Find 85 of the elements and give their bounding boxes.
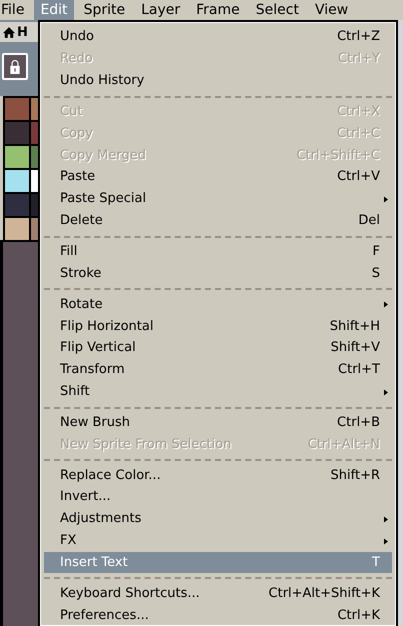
- home-icon: [3, 26, 15, 38]
- palette-swatch[interactable]: [3, 98, 29, 120]
- menu-item[interactable]: Shift: [44, 380, 392, 402]
- menu-bar-item[interactable]: Select: [250, 0, 305, 20]
- shortcut-text: Shift+H: [330, 318, 380, 334]
- palette-swatch[interactable]: [29, 122, 38, 144]
- shortcut-text: Ctrl+Z: [337, 29, 380, 44]
- menu-bar-item[interactable]: File: [0, 0, 30, 20]
- menu-item[interactable]: Preferences... Ctrl+K: [44, 604, 392, 626]
- palette-swatch[interactable]: [3, 122, 29, 144]
- shortcut-text: Ctrl+Shift+C: [296, 148, 380, 163]
- shortcut-text: S: [372, 266, 380, 281]
- menu-item-label: Copy: [60, 126, 93, 141]
- menu-item[interactable]: Delete Del: [44, 210, 392, 232]
- menu-item[interactable]: Flip Horizontal Shift+H: [44, 315, 392, 337]
- shortcut-text: Ctrl+C: [336, 126, 380, 141]
- menu-bar-item[interactable]: Layer: [135, 0, 186, 20]
- shortcut-text: Ctrl+X: [337, 104, 380, 119]
- shortcut-text: Del: [358, 213, 380, 228]
- menu-item[interactable]: Paste Special: [44, 188, 392, 210]
- palette-swatch[interactable]: [3, 194, 29, 216]
- menu-item-label: Invert...: [60, 489, 111, 504]
- menu-item[interactable]: Transform Ctrl+T: [44, 358, 392, 381]
- menu-item-label: Stroke: [60, 266, 102, 281]
- menu-item-label: Rotate: [60, 296, 103, 312]
- menu-item-label: Paste Special: [60, 191, 146, 206]
- menu-item-label: Cut: [60, 104, 82, 119]
- palette-swatch[interactable]: [3, 170, 29, 192]
- shortcut-text: Shift+R: [330, 468, 380, 483]
- menu-item[interactable]: Undo History: [44, 70, 392, 92]
- menu-item[interactable]: Fill F: [44, 240, 392, 262]
- menu-item-label: Copy Merged: [60, 148, 146, 163]
- lock-button[interactable]: [2, 53, 28, 80]
- menu-item-label: Undo History: [60, 73, 144, 88]
- menu-item[interactable]: Flip Vertical Shift+V: [44, 336, 392, 359]
- menu-item-label: Fill: [60, 244, 78, 260]
- shortcut-text: Ctrl+B: [337, 414, 380, 430]
- menu-bar-item[interactable]: Frame: [190, 0, 246, 20]
- tab[interactable]: H: [0, 22, 38, 42]
- shortcut-text: Ctrl+V: [337, 169, 380, 184]
- menu-bar-item[interactable]: View: [308, 0, 354, 20]
- shortcut-text: Shift+V: [330, 340, 380, 356]
- shortcut-text: T: [372, 554, 380, 570]
- palette-swatch[interactable]: [29, 146, 38, 168]
- menu-item[interactable]: FX: [44, 530, 392, 552]
- menu-item[interactable]: Replace Color... Shift+R: [44, 464, 392, 486]
- palette-swatch[interactable]: [3, 146, 29, 168]
- shortcut-text: Ctrl+Alt+Shift+K: [268, 586, 380, 601]
- palette-swatch[interactable]: [29, 218, 38, 240]
- menu-item-label: Insert Text: [60, 554, 128, 570]
- menu-item-label: Transform: [60, 362, 125, 378]
- palette-swatch[interactable]: [3, 218, 29, 240]
- menu-item-label: Shift: [60, 384, 90, 400]
- palette-swatch[interactable]: [29, 98, 38, 120]
- lock-icon: [9, 60, 21, 74]
- menu-item[interactable]: Stroke S: [44, 262, 392, 284]
- menu-item-label: Adjustments: [60, 511, 142, 526]
- shortcut-text: Ctrl+Alt+N: [308, 436, 380, 452]
- menu-item-label: Redo: [60, 51, 93, 66]
- menu-item[interactable]: Invert...: [44, 486, 392, 508]
- menu-item[interactable]: Undo Ctrl+Z: [44, 26, 392, 48]
- shortcut-text: Ctrl+K: [337, 608, 380, 623]
- menu-item-label: FX: [60, 533, 76, 548]
- palette-swatch[interactable]: [29, 194, 38, 216]
- menu-item-label: Delete: [60, 213, 103, 228]
- menu-item[interactable]: New Brush Ctrl+B: [44, 412, 392, 434]
- menu-item-label: Preferences...: [60, 608, 149, 623]
- menu-item-label: New Brush: [60, 414, 130, 430]
- tab-label: H: [17, 24, 28, 40]
- menu-item[interactable]: Paste Ctrl+V: [44, 166, 392, 188]
- shortcut-text: Ctrl+T: [338, 362, 380, 378]
- shortcut-text: Ctrl+Y: [338, 51, 380, 66]
- menu-item[interactable]: Adjustments: [44, 508, 392, 530]
- shortcut-text: F: [372, 244, 380, 260]
- menu-item-label: New Sprite From Selection: [60, 436, 232, 452]
- menu-item-label: Undo: [60, 29, 94, 44]
- menu-item[interactable]: Rotate: [44, 293, 392, 316]
- palette-swatch[interactable]: [29, 170, 38, 192]
- menu-item-label: Flip Horizontal: [60, 318, 154, 334]
- menu-item-label: Paste: [60, 169, 96, 184]
- menu-item[interactable]: Keyboard Shortcuts... Ctrl+Alt+Shift+K: [44, 582, 392, 604]
- menu-item-label: Flip Vertical: [60, 340, 136, 356]
- menu-bar-item[interactable]: Sprite: [78, 0, 132, 20]
- menu-item-label: Replace Color...: [60, 468, 161, 483]
- menu-item-label: Keyboard Shortcuts...: [60, 586, 200, 601]
